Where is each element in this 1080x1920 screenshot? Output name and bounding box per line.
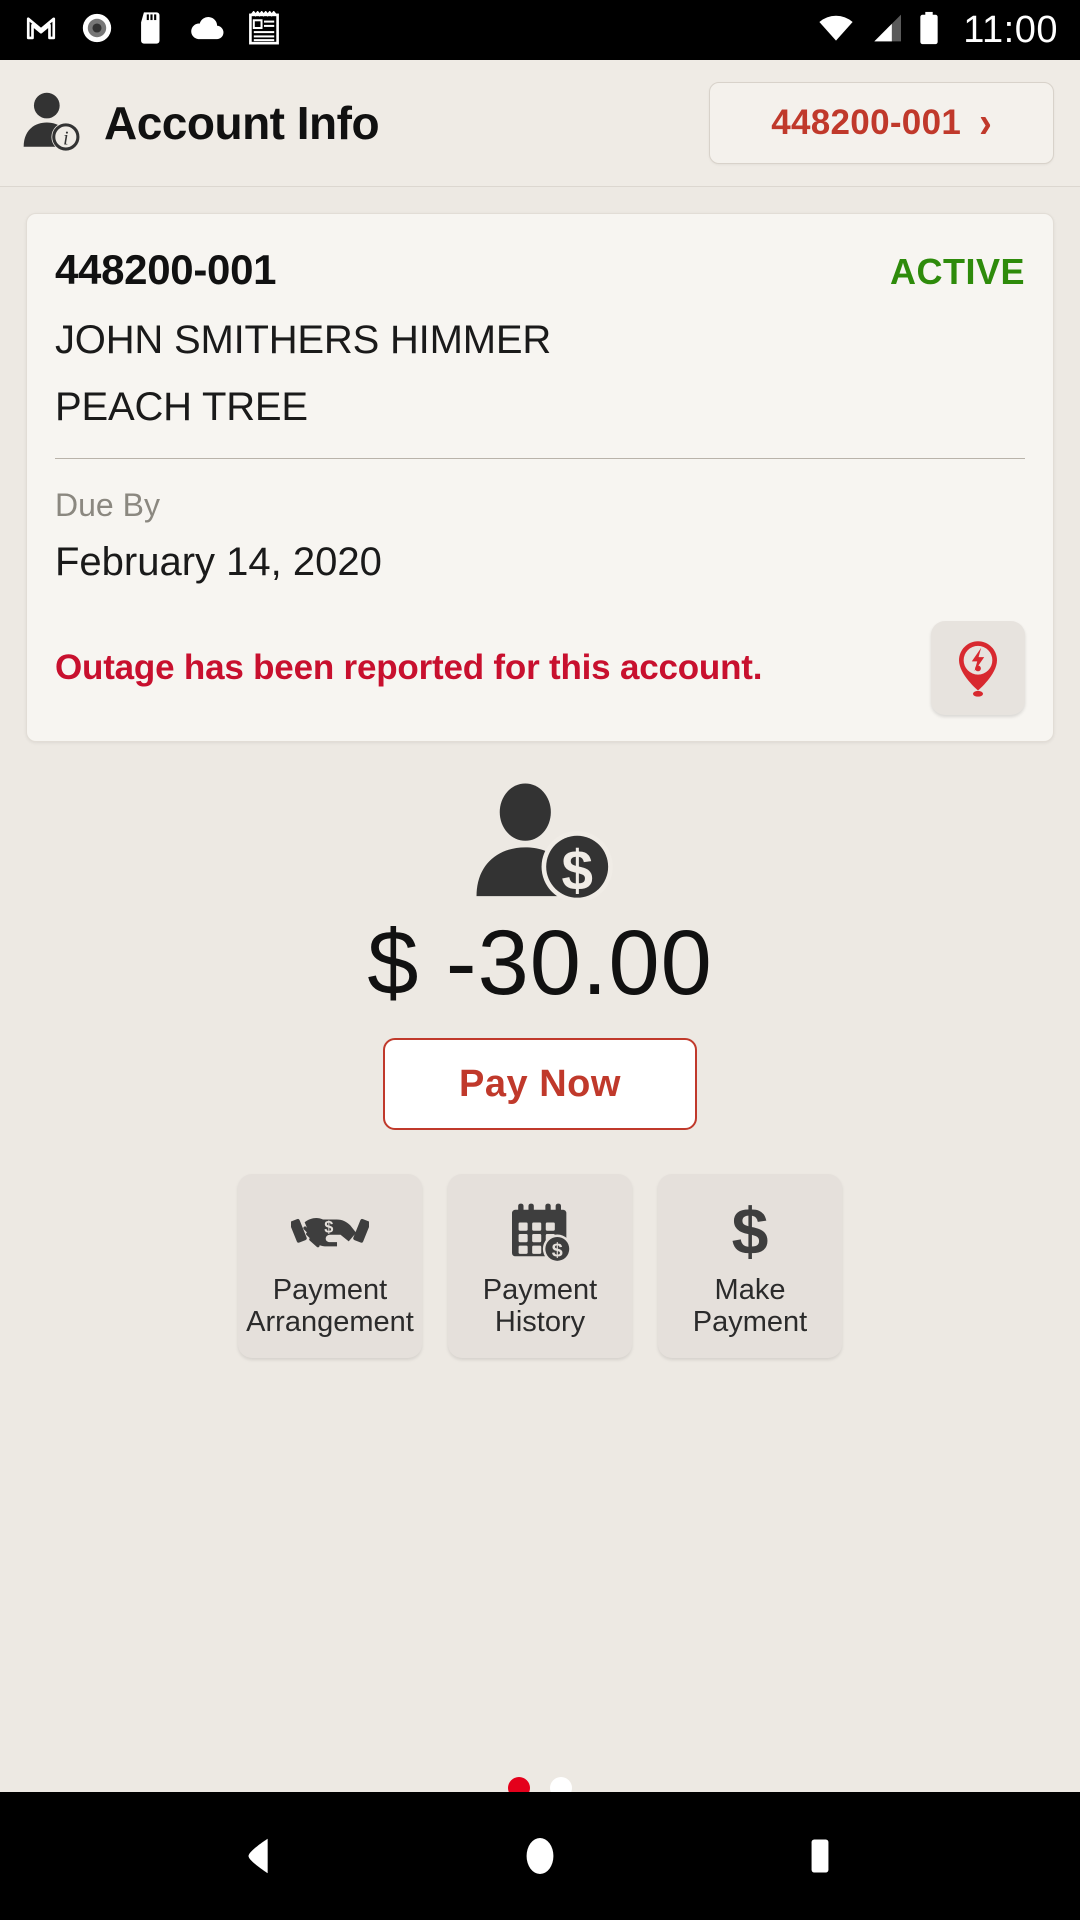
tile-make-payment[interactable]: $ Make Payment [658, 1174, 842, 1358]
account-selector-label: 448200-001 [771, 103, 962, 142]
account-info-icon: i [18, 85, 90, 162]
chevron-right-icon: › [979, 98, 992, 148]
status-bar-system-icons: 11:00 [817, 9, 1058, 52]
svg-text:$: $ [552, 1239, 563, 1261]
svg-text:$: $ [732, 1201, 769, 1263]
account-summary-card[interactable]: 448200-001 ACTIVE JOHN SMITHERS HIMMER P… [26, 213, 1054, 742]
tile-payment-history[interactable]: $ Payment History [448, 1174, 632, 1358]
status-bar-clock: 11:00 [963, 8, 1058, 51]
app-header-left: i Account Info [18, 85, 709, 162]
android-nav-bar [0, 1792, 1080, 1920]
tile-label-line1: Payment [272, 1273, 388, 1306]
account-number: 448200-001 [55, 246, 277, 293]
balance-section: $ $ -30.00 Pay Now [0, 780, 1080, 1130]
customer-name: JOHN SMITHERS HIMMER [55, 318, 552, 362]
tile-label-line1: Payment [482, 1273, 598, 1306]
due-by-date: February 14, 2020 [55, 540, 382, 584]
quick-actions: $ Payment Arrangement $ Payment History … [0, 1174, 1080, 1358]
tile-label-line2: Payment [692, 1306, 808, 1338]
wifi-icon [817, 13, 855, 48]
outage-pin-icon[interactable] [931, 621, 1025, 715]
pager-dot-inactive[interactable] [550, 1777, 572, 1792]
page-title: Account Info [104, 97, 380, 149]
pager-dot-active[interactable] [508, 1777, 530, 1792]
balance-amount: $ -30.00 [367, 912, 713, 1014]
app-header: i Account Info 448200-001 › [0, 60, 1080, 187]
cloud-icon [188, 14, 226, 47]
status-bar: 11:00 [0, 0, 1080, 60]
main-content: 448200-001 ACTIVE JOHN SMITHERS HIMMER P… [0, 187, 1080, 1792]
tile-payment-arrangement[interactable]: $ Payment Arrangement [238, 1174, 422, 1358]
cellular-signal-icon [869, 13, 903, 48]
tile-label: Payment Arrangement [246, 1274, 414, 1339]
dollar-sign-icon: $ [721, 1200, 779, 1264]
svg-text:i: i [63, 128, 68, 149]
customer-balance-icon: $ [462, 780, 618, 905]
record-icon [80, 11, 114, 50]
svg-text:$: $ [561, 839, 592, 900]
card-divider [55, 458, 1025, 459]
status-bar-notification-icons [24, 10, 280, 50]
calendar-dollar-icon: $ [505, 1200, 575, 1264]
back-nav-icon[interactable] [237, 1833, 283, 1879]
pager-dots [0, 1777, 1080, 1792]
notepad-icon [248, 10, 280, 50]
tile-label: Payment History [483, 1274, 597, 1339]
status-badge: ACTIVE [889, 251, 1025, 292]
service-address: PEACH TREE [55, 385, 308, 429]
battery-icon [917, 11, 941, 50]
due-by-label: Due By [55, 487, 160, 523]
handshake-dollar-icon: $ [291, 1200, 369, 1264]
gmail-icon [24, 11, 58, 50]
tile-label-line2: History [494, 1306, 586, 1338]
outage-row: Outage has been reported for this accoun… [55, 621, 1025, 715]
svg-text:$: $ [324, 1218, 333, 1236]
outage-message: Outage has been reported for this accoun… [55, 648, 763, 687]
pay-now-button[interactable]: Pay Now [383, 1038, 697, 1130]
tile-label-line1: Make [714, 1273, 786, 1306]
account-card-top-row: 448200-001 ACTIVE [55, 246, 1025, 294]
home-nav-icon[interactable] [517, 1833, 563, 1879]
tile-label: Make Payment [693, 1274, 807, 1339]
sd-card-icon [136, 11, 166, 50]
recents-nav-icon[interactable] [797, 1833, 843, 1879]
app-screen: 11:00 i Account Info 448200-001 › 448200… [0, 0, 1080, 1920]
account-selector-button[interactable]: 448200-001 › [709, 82, 1054, 164]
tile-label-line2: Arrangement [246, 1306, 414, 1338]
